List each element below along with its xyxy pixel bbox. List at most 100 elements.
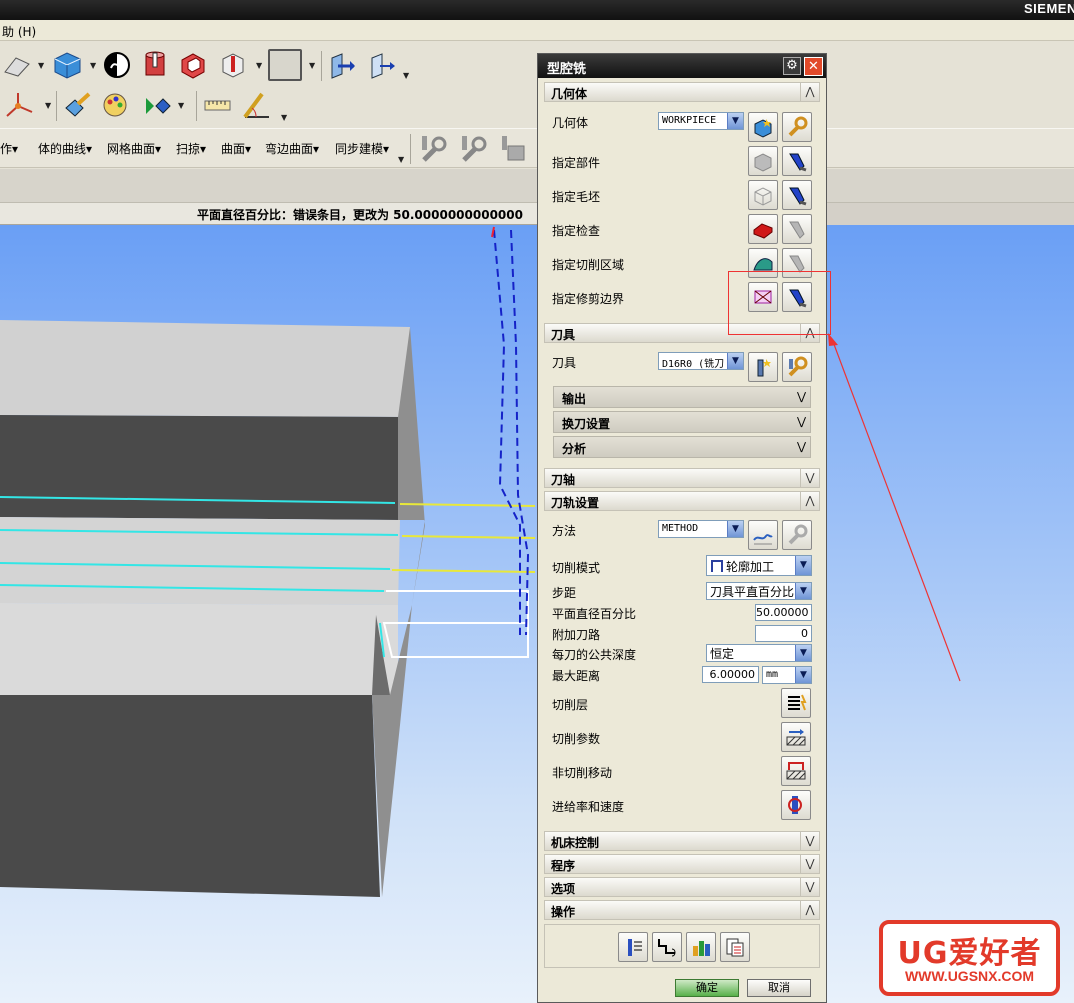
subsection-title: 换刀设置 bbox=[562, 417, 611, 431]
display-check-button[interactable] bbox=[782, 214, 812, 244]
chevron-down-icon[interactable]: ⋁ bbox=[797, 415, 806, 428]
chevron-down-icon[interactable]: ⋁ bbox=[800, 878, 819, 896]
chevron-down-icon[interactable]: ▼ bbox=[795, 667, 811, 683]
chevron-down-icon[interactable]: ⋁ bbox=[797, 440, 806, 453]
edit-tool-button[interactable] bbox=[782, 352, 812, 382]
dropdown-arrow-icon[interactable]: ▼ bbox=[309, 61, 315, 70]
verify-button[interactable] bbox=[686, 932, 716, 962]
cut-levels-button[interactable] bbox=[781, 688, 811, 718]
chevron-down-icon[interactable]: ▼ bbox=[795, 556, 811, 575]
cylinder-icon[interactable] bbox=[140, 50, 170, 80]
geometry-select[interactable]: WORKPIECE ▼ bbox=[658, 112, 744, 130]
block-icon[interactable] bbox=[52, 50, 82, 80]
display-blank-button[interactable] bbox=[782, 180, 812, 210]
chevron-up-icon[interactable]: ⋀ bbox=[800, 901, 819, 919]
chevron-down-icon[interactable]: ⋁ bbox=[800, 469, 819, 487]
common-depth-select[interactable]: 恒定 ▼ bbox=[706, 644, 812, 662]
sketch-icon[interactable] bbox=[2, 50, 32, 80]
new-method-button[interactable] bbox=[748, 520, 778, 550]
chevron-down-icon[interactable]: ⋁ bbox=[797, 390, 806, 403]
section-program[interactable]: 程序 ⋁ bbox=[544, 854, 820, 874]
measure-distance-icon[interactable] bbox=[202, 90, 232, 120]
chevron-up-icon[interactable]: ⋀ bbox=[800, 492, 819, 510]
chevron-down-icon[interactable]: ▼ bbox=[727, 353, 743, 369]
dropdown-arrow-icon[interactable]: ▼ bbox=[90, 61, 96, 70]
select-part-button[interactable] bbox=[748, 146, 778, 176]
ok-button[interactable]: 确定 bbox=[675, 979, 739, 997]
feeds-speeds-button[interactable] bbox=[781, 790, 811, 820]
tool-select[interactable]: D16R0 (铣刀 ▼ bbox=[658, 352, 744, 370]
section-machine-control[interactable]: 机床控制 ⋁ bbox=[544, 831, 820, 851]
blank-icon bbox=[754, 187, 772, 206]
list-button[interactable] bbox=[720, 932, 750, 962]
replay-button[interactable] bbox=[652, 932, 682, 962]
cut-mode-select[interactable]: 轮廓加工 ▼ bbox=[706, 555, 812, 576]
extrude-icon[interactable] bbox=[326, 50, 356, 80]
menu-operation[interactable]: 作▾ bbox=[0, 140, 18, 157]
new-tool-button[interactable] bbox=[748, 352, 778, 382]
chevron-down-icon[interactable]: ⋁ bbox=[800, 855, 819, 873]
subsection-output[interactable]: 输出 ⋁ bbox=[553, 386, 811, 408]
cut-levels-icon bbox=[788, 694, 807, 711]
cut-params-button[interactable] bbox=[781, 722, 811, 752]
stack-icon[interactable] bbox=[498, 134, 528, 164]
tool-path-icon[interactable] bbox=[458, 134, 488, 164]
section-tool-axis[interactable]: 刀轴 ⋁ bbox=[544, 468, 820, 488]
menu-sync-modeling[interactable]: 同步建模▾ bbox=[335, 140, 389, 157]
new-geometry-button[interactable] bbox=[748, 112, 778, 142]
stepover-select[interactable]: 刀具平直百分比 ▼ bbox=[706, 582, 812, 600]
close-icon[interactable]: ✕ bbox=[804, 57, 823, 76]
max-distance-input[interactable]: 6.00000 bbox=[702, 666, 759, 683]
chevron-up-icon[interactable]: ⋀ bbox=[800, 83, 819, 101]
edit-display-icon[interactable] bbox=[100, 90, 130, 120]
menu-mesh-surface[interactable]: 网格曲面▾ bbox=[107, 140, 161, 157]
dropdown-arrow-icon[interactable]: ▼ bbox=[45, 101, 51, 110]
edit-method-button[interactable] bbox=[782, 520, 812, 550]
chevron-down-icon[interactable]: ▼ bbox=[795, 645, 811, 661]
unite-icon[interactable] bbox=[102, 50, 132, 80]
menu-surface[interactable]: 曲面▾ bbox=[221, 140, 251, 157]
chevron-down-icon[interactable]: ▼ bbox=[727, 113, 743, 129]
hole-icon[interactable] bbox=[218, 50, 248, 80]
dropdown-arrow-icon[interactable]: ▼ bbox=[403, 71, 409, 80]
flat-percent-input[interactable]: 50.00000 bbox=[755, 604, 812, 621]
select-check-button[interactable] bbox=[748, 214, 778, 244]
cancel-button[interactable]: 取消 bbox=[747, 979, 811, 997]
edit-object-icon[interactable] bbox=[62, 90, 92, 120]
generate-button[interactable] bbox=[618, 932, 648, 962]
menu-help[interactable]: 助 (H) bbox=[2, 23, 36, 40]
max-distance-unit-select[interactable]: mm ▼ bbox=[762, 666, 812, 684]
section-operations[interactable]: 操作 ⋀ bbox=[544, 900, 820, 920]
dropdown-arrow-icon[interactable]: ▼ bbox=[398, 155, 404, 164]
menu-sweep[interactable]: 扫掠▾ bbox=[176, 140, 206, 157]
settings-gear-icon[interactable]: ⚙ bbox=[783, 57, 801, 75]
non-cut-moves-button[interactable] bbox=[781, 756, 811, 786]
method-select[interactable]: METHOD ▼ bbox=[658, 520, 744, 538]
dropdown-arrow-icon[interactable]: ▼ bbox=[281, 113, 287, 122]
show-hide-icon[interactable] bbox=[142, 90, 172, 120]
section-path-settings[interactable]: 刀轨设置 ⋀ bbox=[544, 491, 820, 511]
dropdown-arrow-icon[interactable]: ▼ bbox=[178, 101, 184, 110]
select-blank-button[interactable] bbox=[748, 180, 778, 210]
chevron-down-icon[interactable]: ⋁ bbox=[800, 832, 819, 850]
edit-geometry-button[interactable] bbox=[782, 112, 812, 142]
subsection-analysis[interactable]: 分析 ⋁ bbox=[553, 436, 811, 458]
display-part-button[interactable] bbox=[782, 146, 812, 176]
dropdown-arrow-icon[interactable]: ▼ bbox=[256, 61, 262, 70]
section-options[interactable]: 选项 ⋁ bbox=[544, 877, 820, 897]
wrench-icon[interactable] bbox=[418, 134, 448, 164]
chevron-down-icon[interactable]: ▼ bbox=[795, 583, 811, 599]
csys-icon[interactable] bbox=[4, 90, 34, 120]
section-geometry[interactable]: 几何体 ⋀ bbox=[544, 82, 820, 102]
measure-angle-icon[interactable] bbox=[242, 90, 272, 120]
menu-flange-surface[interactable]: 弯边曲面▾ bbox=[265, 140, 319, 157]
dropdown-arrow-icon[interactable]: ▼ bbox=[38, 61, 44, 70]
view-frame-icon[interactable] bbox=[268, 49, 302, 81]
subsection-tool-change[interactable]: 换刀设置 ⋁ bbox=[553, 411, 811, 433]
menu-body-curves[interactable]: 体的曲线▾ bbox=[38, 140, 92, 157]
dialog-title-bar[interactable]: 型腔铣 ⚙ ✕ bbox=[538, 54, 826, 78]
subtract-icon[interactable] bbox=[178, 50, 208, 80]
chevron-down-icon[interactable]: ▼ bbox=[727, 521, 743, 537]
offset-face-icon[interactable] bbox=[366, 50, 396, 80]
extra-passes-input[interactable]: 0 bbox=[755, 625, 812, 642]
